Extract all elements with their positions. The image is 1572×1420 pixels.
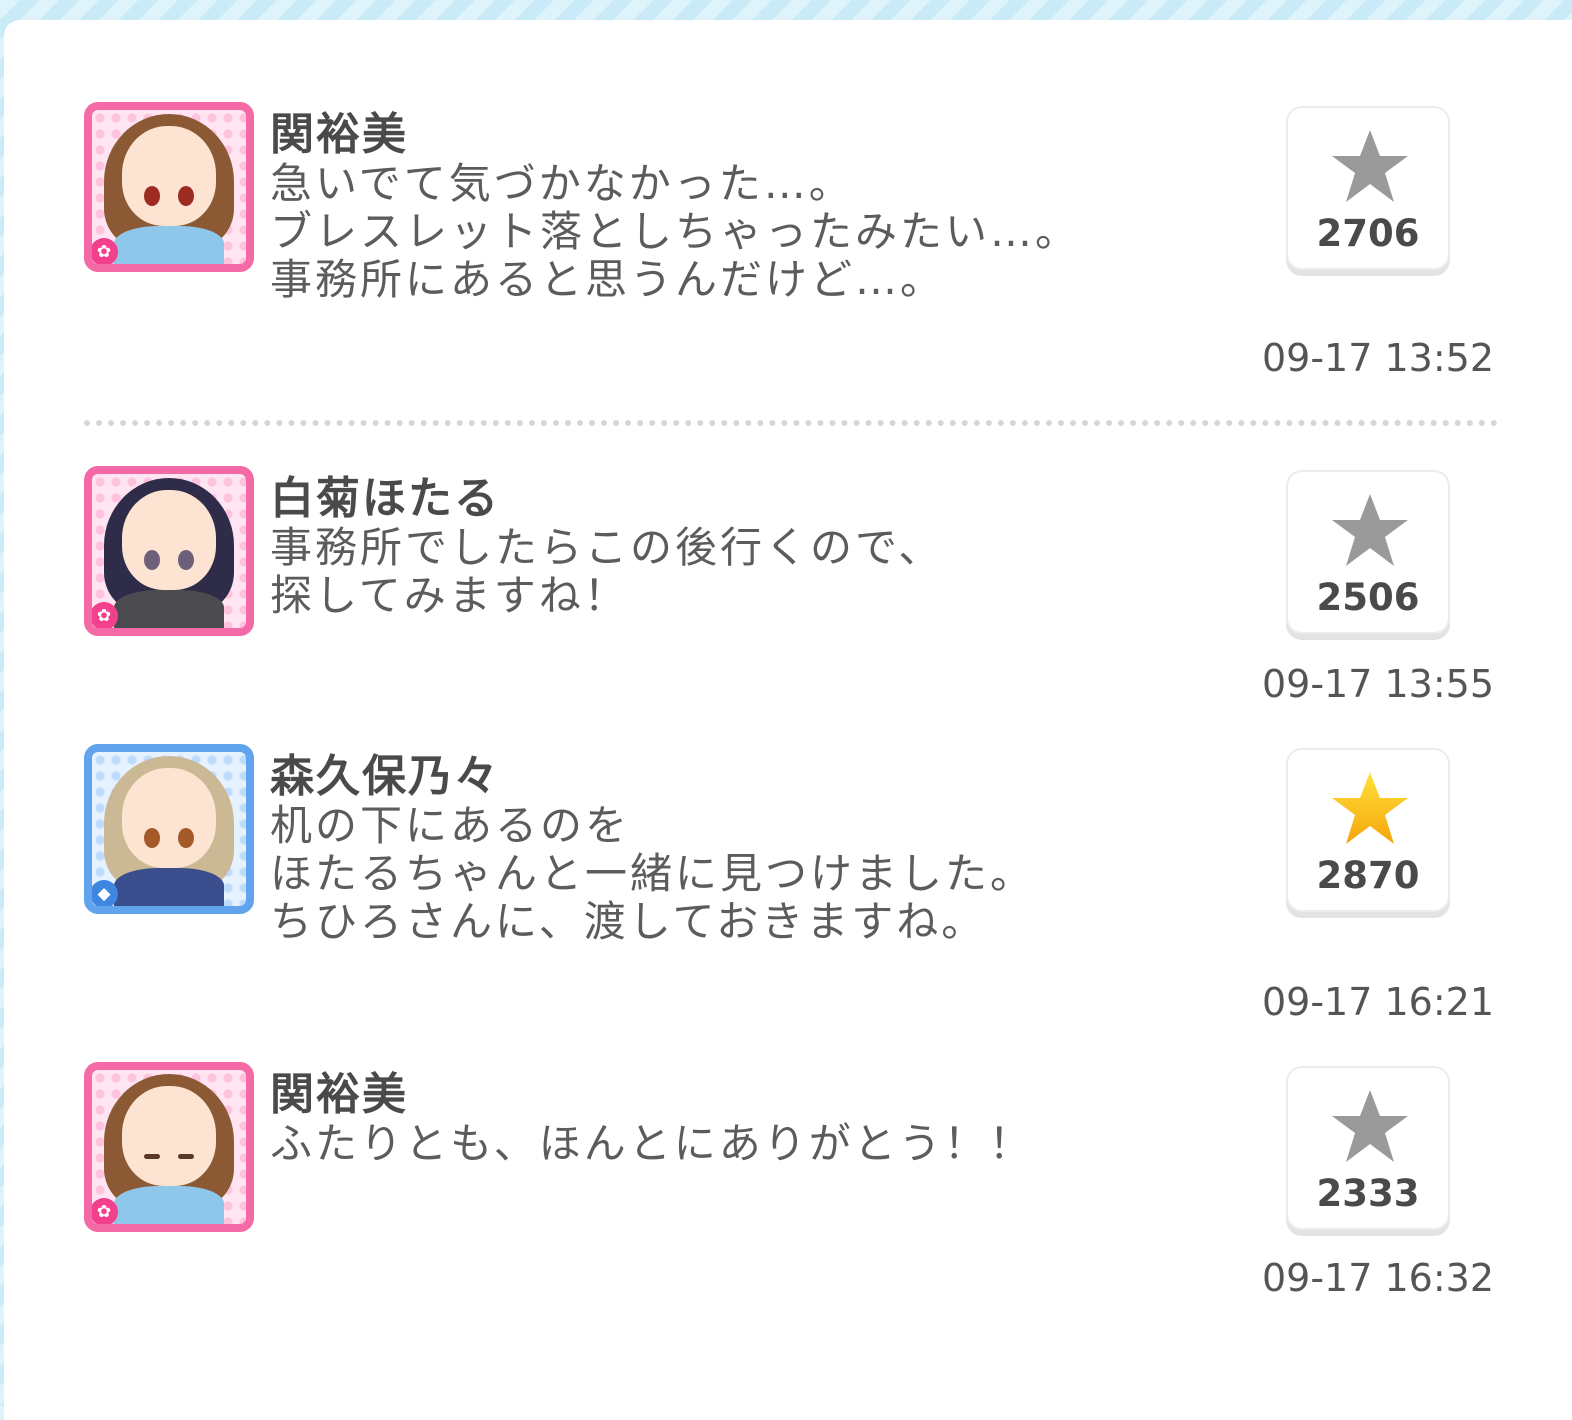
poster-name: 森久保乃々 xyxy=(270,751,500,802)
poster-name: 関裕美 xyxy=(270,1069,408,1120)
poster-name: 関裕美 xyxy=(270,109,408,160)
like-count: 2506 xyxy=(1316,576,1420,619)
timestamp: 09-17 16:21 xyxy=(1261,980,1494,1024)
flower-icon: ✿ xyxy=(92,238,118,264)
avatar-face xyxy=(122,768,216,868)
timestamp: 09-17 13:55 xyxy=(1261,662,1494,706)
comment-text: 急いでて気づかなかった…。 ブレスレット落としちゃったみたい…。 事務所にあると… xyxy=(270,159,1081,304)
timestamp: 09-17 13:52 xyxy=(1261,336,1494,380)
like-button[interactable]: 2333 xyxy=(1286,1066,1450,1230)
like-button[interactable]: 2706 xyxy=(1286,106,1450,270)
avatar-face xyxy=(122,1086,216,1186)
diamond-icon: ◆ xyxy=(92,880,118,906)
comment-panel: ✿ 関裕美 急いでて気づかなかった…。 ブレスレット落としちゃったみたい…。 事… xyxy=(4,20,1572,1420)
avatar[interactable]: ◆ xyxy=(84,744,254,914)
like-button[interactable]: 2870 xyxy=(1286,748,1450,912)
star-icon xyxy=(1332,494,1408,566)
avatar[interactable]: ✿ xyxy=(84,466,254,636)
like-count: 2870 xyxy=(1316,854,1420,897)
flower-icon: ✿ xyxy=(92,602,118,628)
comment-text: 机の下にあるのを ほたるちゃんと一緒に見つけました。 ちひろさんに、渡しておきま… xyxy=(270,801,1036,946)
flower-icon: ✿ xyxy=(92,1198,118,1224)
avatar-face xyxy=(122,126,216,226)
like-button[interactable]: 2506 xyxy=(1286,470,1450,634)
divider xyxy=(84,420,1498,426)
avatar[interactable]: ✿ xyxy=(84,102,254,272)
like-count: 2333 xyxy=(1316,1172,1420,1215)
comment-text: ふたりとも、ほんとにありがとう！！ xyxy=(270,1119,1034,1168)
timestamp: 09-17 16:32 xyxy=(1261,1256,1494,1300)
comment-text: 事務所でしたらこの後行くので、 探してみますね！ xyxy=(270,523,944,620)
avatar[interactable]: ✿ xyxy=(84,1062,254,1232)
star-icon xyxy=(1332,1090,1408,1162)
poster-name: 白菊ほたる xyxy=(270,473,500,524)
star-icon xyxy=(1332,130,1408,202)
star-icon xyxy=(1332,772,1408,844)
like-count: 2706 xyxy=(1316,212,1420,255)
avatar-face xyxy=(122,490,216,590)
